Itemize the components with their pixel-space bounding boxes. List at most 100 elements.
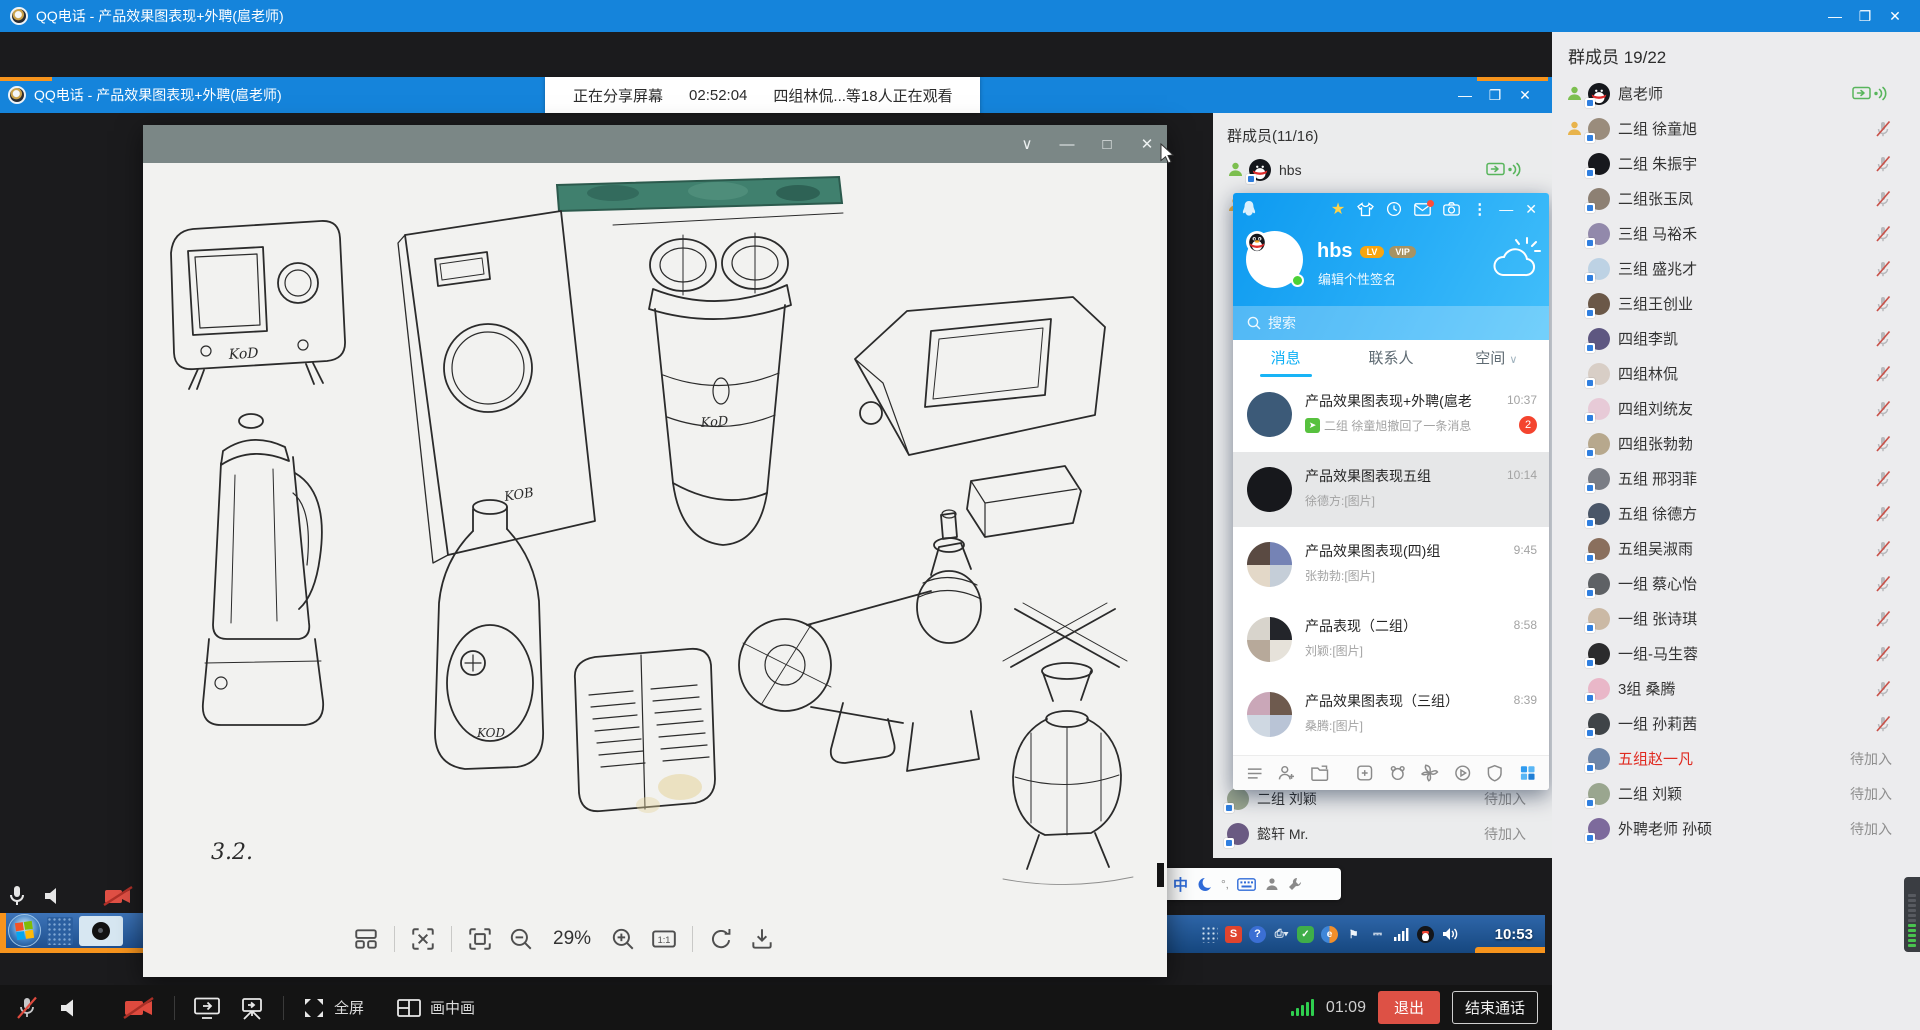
member-row[interactable]: 五组赵一凡 待加入 ∨	[1552, 741, 1920, 776]
zoom-in-icon[interactable]	[610, 926, 636, 952]
wrench-icon[interactable]	[1288, 877, 1302, 891]
mic-muted-icon[interactable]	[1874, 225, 1892, 243]
mic-muted-icon[interactable]	[1874, 645, 1892, 663]
mic-muted-icon[interactable]	[1874, 575, 1892, 593]
member-row[interactable]: 四组张勃勃 ∨	[1552, 426, 1920, 461]
ocr-extract-icon[interactable]	[410, 926, 436, 952]
mic-off-icon[interactable]	[14, 995, 40, 1021]
speaker-icon[interactable]	[42, 884, 64, 908]
camera-off-icon[interactable]	[122, 995, 156, 1021]
member-row[interactable]: 懿轩 Mr. 待加入 ∨	[1213, 816, 1552, 851]
tray-clock[interactable]: 10:53	[1495, 926, 1533, 943]
fullscreen-label[interactable]: 全屏	[334, 997, 364, 1018]
chat-list-item[interactable]: 产品表现（二组） 8:58 ➤刘颖:[图片]	[1233, 602, 1549, 677]
chat-list-item[interactable]: 产品效果图表现(四)组 9:45 ➤张勃勃:[图片]	[1233, 527, 1549, 602]
keyboard-icon[interactable]	[1237, 878, 1256, 891]
moon-icon[interactable]	[1197, 877, 1212, 892]
help-icon[interactable]: ?	[1249, 926, 1266, 943]
pet-icon[interactable]	[1388, 763, 1407, 783]
game-box-icon[interactable]	[1355, 763, 1374, 783]
download-icon[interactable]	[749, 926, 775, 952]
member-row[interactable]: 一组 张诗琪 ∨	[1552, 601, 1920, 636]
theme-shirt-icon[interactable]	[1357, 202, 1374, 217]
punctuation-icon[interactable]: °‚	[1221, 877, 1228, 891]
mic-muted-icon[interactable]	[1874, 715, 1892, 733]
pinwheel-icon[interactable]	[1420, 763, 1439, 783]
collapse-button[interactable]: ∨	[1007, 135, 1047, 153]
qq-penguin-icon[interactable]	[1417, 926, 1434, 943]
pip-label[interactable]: 画中画	[430, 997, 475, 1018]
minimize-button[interactable]: —	[1450, 77, 1480, 113]
close-button[interactable]: ✕	[1510, 77, 1540, 113]
power-plug-icon[interactable]: ⎓	[1369, 926, 1386, 943]
member-row[interactable]: 二组张玉凤 ∨	[1552, 181, 1920, 216]
member-row[interactable]: 一组-马生蓉 ∨	[1552, 636, 1920, 671]
member-row[interactable]: hbs ∨	[1213, 152, 1552, 187]
menu-icon[interactable]	[1245, 763, 1264, 783]
mic-muted-icon[interactable]	[1874, 540, 1892, 558]
chat-list-item[interactable]: 产品效果图表现五组 10:14 ➤徐德方:[图片]	[1233, 452, 1549, 527]
tray-grid-icon[interactable]	[1201, 926, 1218, 943]
member-row[interactable]: 一组 蔡心怡 ∨	[1552, 566, 1920, 601]
mic-muted-icon[interactable]	[1874, 260, 1892, 278]
tab-space[interactable]: 空间 ∨	[1444, 340, 1549, 377]
mic-muted-icon[interactable]	[1874, 470, 1892, 488]
network-signal-icon[interactable]	[1393, 926, 1410, 943]
star-icon[interactable]: ★	[1331, 199, 1345, 219]
mic-muted-icon[interactable]	[1874, 155, 1892, 173]
app-grid-icon[interactable]	[1518, 763, 1537, 783]
speaker-icon[interactable]	[58, 995, 82, 1021]
security-shield-icon[interactable]: ✓	[1297, 926, 1314, 943]
member-row[interactable]: 外聘老师 孙硕 待加入 ∨	[1552, 811, 1920, 846]
weather-icon[interactable]	[1489, 231, 1541, 287]
tab-messages[interactable]: 消息	[1233, 340, 1338, 377]
member-row[interactable]: 二组 徐童旭 ∨	[1552, 111, 1920, 146]
fit-screen-icon[interactable]	[467, 926, 493, 952]
screenshot-camera-icon[interactable]	[1443, 202, 1460, 216]
add-friend-icon[interactable]	[1277, 763, 1296, 783]
user-avatar[interactable]	[1246, 231, 1303, 288]
maximize-button[interactable]: □	[1087, 136, 1127, 153]
mic-muted-icon[interactable]	[1874, 400, 1892, 418]
member-row[interactable]: 一组 孙莉茜 ∨	[1552, 706, 1920, 741]
person-icon[interactable]	[1265, 877, 1279, 891]
member-row[interactable]: 四组刘统友 ∨	[1552, 391, 1920, 426]
ime-chinese-icon[interactable]: 中	[1173, 874, 1188, 895]
rotate-icon[interactable]	[708, 926, 734, 952]
member-row[interactable]: 二组 刘颖 待加入 ∨	[1552, 776, 1920, 811]
member-row[interactable]: 三组王创业 ∨	[1552, 286, 1920, 321]
member-row[interactable]: 二组 朱振宇 ∨	[1552, 146, 1920, 181]
mic-muted-icon[interactable]	[1874, 190, 1892, 208]
video-play-icon[interactable]	[1453, 763, 1472, 783]
one-to-one-icon[interactable]: 1:1	[651, 926, 677, 952]
more-icon[interactable]: ⋮	[1472, 200, 1487, 218]
sogou-icon[interactable]: S	[1225, 926, 1242, 943]
fullscreen-icon[interactable]	[302, 996, 326, 1020]
member-row[interactable]: 五组 徐德方 ∨	[1552, 496, 1920, 531]
member-row[interactable]: 三组 盛兆才 ∨	[1552, 251, 1920, 286]
mail-icon[interactable]	[1414, 203, 1431, 216]
volume-icon[interactable]	[1441, 926, 1458, 943]
windows-start-orb[interactable]	[8, 914, 41, 947]
browser-icon[interactable]: e	[1321, 926, 1338, 943]
member-row[interactable]: 四组李凯 ∨	[1552, 321, 1920, 356]
zoom-out-icon[interactable]	[508, 926, 534, 952]
end-call-button[interactable]: 结束通话	[1452, 991, 1538, 1024]
member-row[interactable]: 四组林侃 ∨	[1552, 356, 1920, 391]
minimize-button[interactable]: —	[1820, 0, 1850, 32]
mic-muted-icon[interactable]	[1874, 610, 1892, 628]
signature-edit[interactable]: 编辑个性签名	[1318, 269, 1396, 288]
mic-icon[interactable]	[6, 884, 28, 908]
security-shield-icon[interactable]	[1485, 763, 1504, 783]
thumbnail-grid-icon[interactable]	[353, 926, 379, 952]
restore-button[interactable]: ❐	[1480, 77, 1510, 113]
chat-list-item[interactable]: 产品效果图表现（三组） 8:39 ➤桑腾:[图片]	[1233, 677, 1549, 752]
close-button[interactable]: ✕	[1880, 0, 1910, 32]
chat-list-item[interactable]: 产品效果图表现+外聘(扈老 10:37 ➤二组 徐童旭撤回了一条消息 2	[1233, 377, 1549, 452]
share-screen-icon[interactable]	[193, 995, 221, 1021]
exit-button[interactable]: 退出	[1378, 991, 1440, 1024]
member-row[interactable]: 3组 桑腾 ∨	[1552, 671, 1920, 706]
search-input[interactable]: 搜索	[1233, 306, 1549, 340]
devices-icon[interactable]: ⎙▾	[1273, 926, 1290, 943]
camera-off-icon[interactable]	[102, 884, 136, 908]
